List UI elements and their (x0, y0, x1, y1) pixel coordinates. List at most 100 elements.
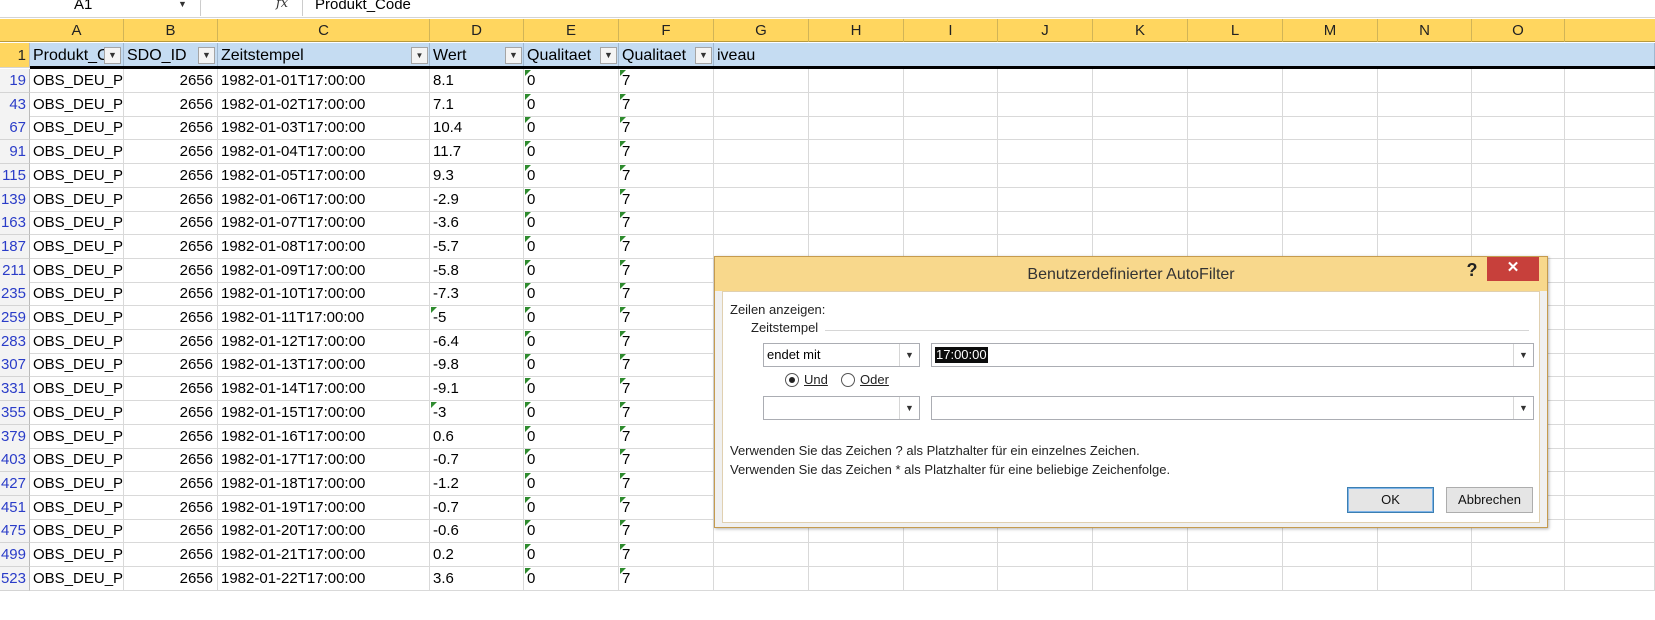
empty-cell[interactable] (1565, 519, 1655, 544)
row-number[interactable]: 19 (0, 69, 30, 93)
cell-produkt-code[interactable]: OBS_DEU_PT (30, 282, 124, 307)
empty-cell[interactable] (1565, 448, 1655, 473)
cell-wert[interactable]: -3.6 (430, 211, 524, 236)
cell-qualitaet-niveau[interactable]: 7 (619, 69, 714, 93)
value1-combo[interactable]: 17:00:00 ▼ (931, 343, 1534, 367)
empty-cell[interactable] (1283, 163, 1378, 188)
cell-wert[interactable]: -5 (430, 306, 524, 330)
cell-wert[interactable]: 0.2 (430, 543, 524, 567)
cell-sdo-id[interactable]: 2656 (124, 258, 218, 283)
empty-cell[interactable] (904, 163, 998, 188)
row-number[interactable]: 91 (0, 140, 30, 165)
empty-cell[interactable] (904, 69, 998, 93)
cell-zeitstempel[interactable]: 1982-01-01T17:00:00 (218, 69, 430, 93)
cell-qualitaet-niveau[interactable]: 7 (619, 353, 714, 378)
cell-qualitaet-byte[interactable]: 0 (524, 424, 619, 449)
row-number[interactable]: 451 (0, 495, 30, 520)
cell-wert[interactable]: -5.7 (430, 234, 524, 259)
empty-cell[interactable] (714, 69, 809, 93)
empty-cell[interactable] (998, 92, 1093, 117)
cell-qualitaet-niveau[interactable]: 7 (619, 234, 714, 259)
cell-qualitaet-niveau[interactable]: 7 (619, 424, 714, 449)
column-header-g[interactable]: G (714, 19, 809, 42)
empty-cell[interactable] (1188, 140, 1283, 165)
column-header-n[interactable]: N (1378, 19, 1472, 42)
empty-cell[interactable] (714, 116, 809, 141)
empty-cell[interactable] (714, 211, 809, 236)
empty-cell[interactable] (1565, 306, 1655, 330)
cell-qualitaet-niveau[interactable]: 7 (619, 329, 714, 354)
empty-cell[interactable] (998, 566, 1093, 591)
row-number[interactable]: 499 (0, 543, 30, 567)
row-number[interactable]: 187 (0, 234, 30, 259)
empty-cell[interactable] (904, 566, 998, 591)
empty-cell[interactable] (1378, 211, 1472, 236)
cell-produkt-code[interactable]: OBS_DEU_PT (30, 258, 124, 283)
cell-qualitaet-byte[interactable]: 0 (524, 258, 619, 283)
cell-qualitaet-byte[interactable]: 0 (524, 140, 619, 165)
row-number[interactable]: 1 (0, 43, 30, 68)
name-box[interactable]: A1 (0, 0, 192, 16)
empty-cell[interactable] (1472, 566, 1565, 591)
cell-sdo-id[interactable]: 2656 (124, 471, 218, 496)
empty-cell[interactable] (1565, 377, 1655, 402)
empty-cell[interactable] (1093, 187, 1188, 212)
empty-cell[interactable] (1565, 140, 1655, 165)
cell-qualitaet-niveau[interactable]: 7 (619, 163, 714, 188)
close-button[interactable]: ✕ (1487, 257, 1539, 281)
empty-cell[interactable] (1565, 400, 1655, 425)
cell-zeitstempel[interactable]: 1982-01-05T17:00:00 (218, 163, 430, 188)
empty-cell[interactable] (1283, 140, 1378, 165)
cell-qualitaet-niveau[interactable]: 7 (619, 282, 714, 307)
cell-qualitaet-byte[interactable]: 0 (524, 234, 619, 259)
cell-wert[interactable]: -2.9 (430, 187, 524, 212)
cell-wert[interactable]: 8.1 (430, 69, 524, 93)
empty-cell[interactable] (1565, 329, 1655, 354)
empty-cell[interactable] (998, 543, 1093, 567)
empty-cell[interactable] (904, 92, 998, 117)
cell-zeitstempel[interactable]: 1982-01-13T17:00:00 (218, 353, 430, 378)
cell-qualitaet-byte[interactable]: 0 (524, 69, 619, 93)
empty-cell[interactable] (1472, 69, 1565, 93)
cell-qualitaet-niveau[interactable]: 7 (619, 471, 714, 496)
cell-zeitstempel[interactable]: 1982-01-18T17:00:00 (218, 471, 430, 496)
cell-wert[interactable]: -0.6 (430, 519, 524, 544)
column-header-b[interactable]: B (124, 19, 218, 42)
cell-zeitstempel[interactable]: 1982-01-04T17:00:00 (218, 140, 430, 165)
column-header-k[interactable]: K (1093, 19, 1188, 42)
column-header-o[interactable]: O (1472, 19, 1565, 42)
cell-zeitstempel[interactable]: 1982-01-09T17:00:00 (218, 258, 430, 283)
cell-sdo-id[interactable]: 2656 (124, 400, 218, 425)
cell-sdo-id[interactable]: 2656 (124, 69, 218, 93)
row-number[interactable]: 43 (0, 92, 30, 117)
column-header-j[interactable]: J (998, 19, 1093, 42)
empty-cell[interactable] (1472, 92, 1565, 117)
empty-cell[interactable] (809, 163, 904, 188)
cell-qualitaet-byte[interactable]: 0 (524, 471, 619, 496)
filter-dropdown-icon[interactable]: ▼ (600, 47, 617, 64)
cell-zeitstempel[interactable]: 1982-01-07T17:00:00 (218, 211, 430, 236)
filter-dropdown-icon[interactable]: ▼ (505, 47, 522, 64)
cell-produkt-code[interactable]: OBS_DEU_PT (30, 566, 124, 591)
cell-zeitstempel[interactable]: 1982-01-02T17:00:00 (218, 92, 430, 117)
empty-cell[interactable] (1378, 92, 1472, 117)
cell-sdo-id[interactable]: 2656 (124, 211, 218, 236)
empty-cell[interactable] (1565, 92, 1655, 117)
empty-cell[interactable] (714, 187, 809, 212)
cell-wert[interactable]: -0.7 (430, 448, 524, 473)
cell-qualitaet-byte[interactable]: 0 (524, 116, 619, 141)
cell-qualitaet-byte[interactable]: 0 (524, 519, 619, 544)
cell-wert[interactable]: -9.8 (430, 353, 524, 378)
cell-sdo-id[interactable]: 2656 (124, 424, 218, 449)
cell-produkt-code[interactable]: OBS_DEU_PT (30, 448, 124, 473)
cell-produkt-code[interactable]: OBS_DEU_PT (30, 140, 124, 165)
cell-produkt-code[interactable]: OBS_DEU_PT (30, 519, 124, 544)
empty-cell[interactable] (1283, 116, 1378, 141)
dialog-titlebar[interactable]: Benutzerdefinierter AutoFilter ? ✕ (715, 257, 1547, 291)
row-number[interactable]: 115 (0, 163, 30, 188)
empty-cell[interactable] (714, 140, 809, 165)
cell-zeitstempel[interactable]: 1982-01-11T17:00:00 (218, 306, 430, 330)
empty-cell[interactable] (1565, 543, 1655, 567)
cell-zeitstempel[interactable]: 1982-01-20T17:00:00 (218, 519, 430, 544)
cell-wert[interactable]: 10.4 (430, 116, 524, 141)
